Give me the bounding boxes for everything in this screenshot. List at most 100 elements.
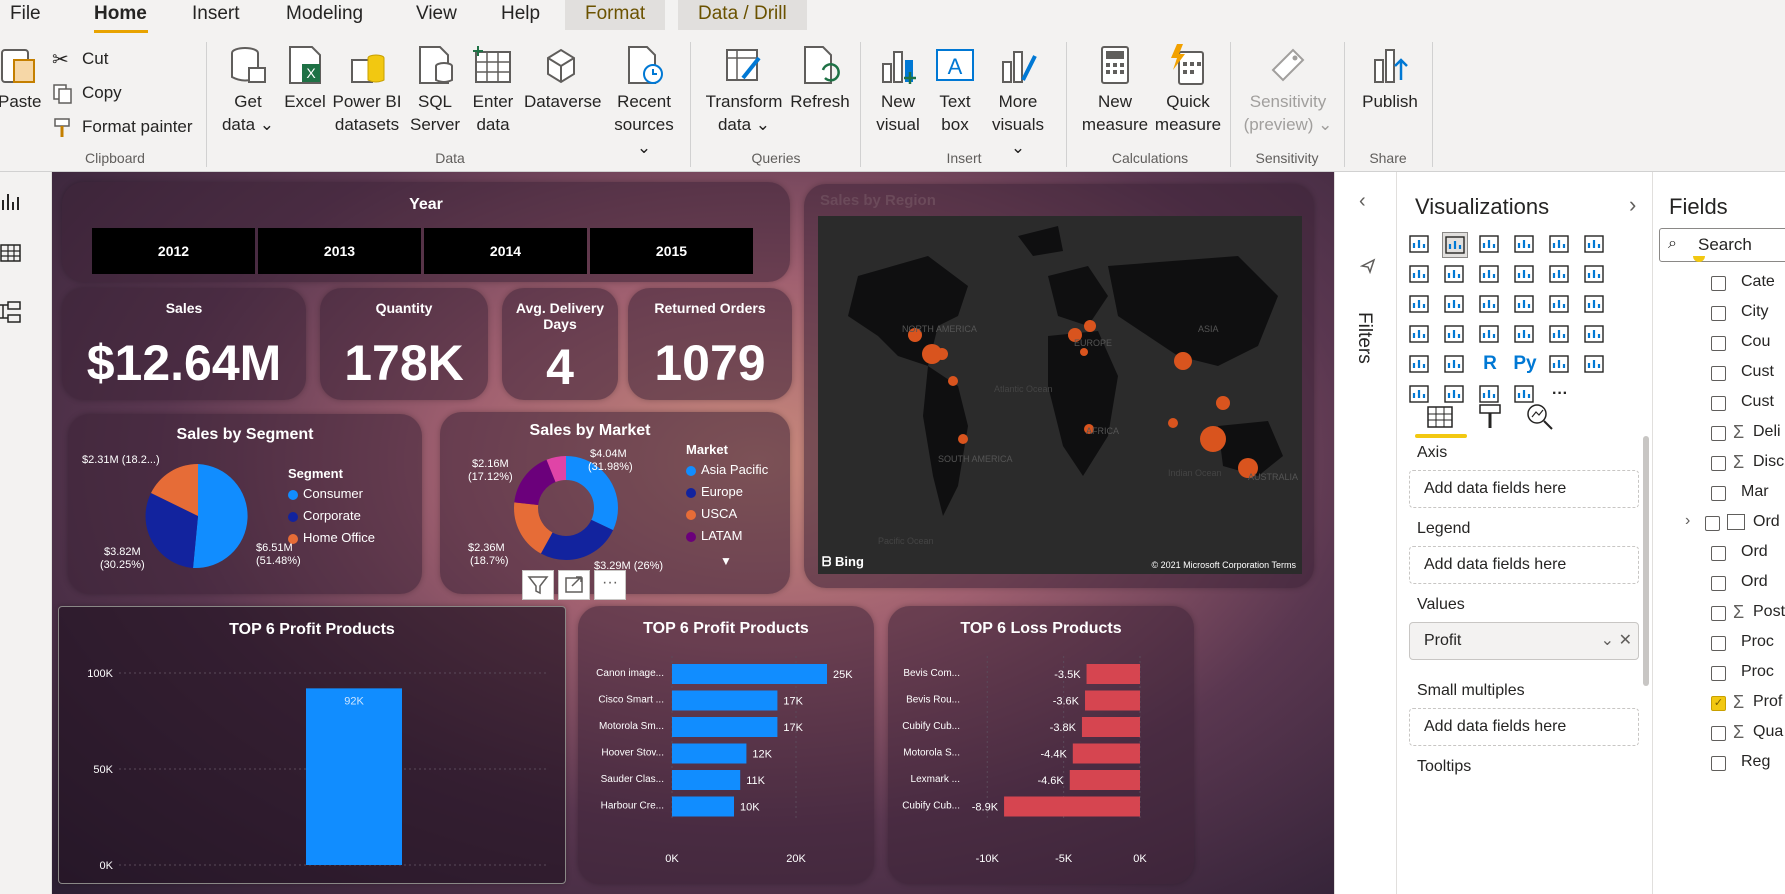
focus-mode-icon[interactable]: [558, 570, 590, 600]
bar[interactable]: [672, 796, 734, 817]
filter-icon[interactable]: [522, 570, 554, 600]
kpi-card-delivery-days[interactable]: Avg. Delivery Days 4: [502, 288, 618, 400]
menu-modeling[interactable]: Modeling: [286, 0, 363, 30]
fields-search-input[interactable]: ⌕ Search: [1659, 228, 1785, 262]
pie-icon[interactable]: [1477, 292, 1503, 318]
field-item[interactable]: Proc: [1653, 660, 1785, 690]
fields-tab-icon[interactable]: [1425, 404, 1455, 430]
new-measure-button[interactable]: New measure: [1080, 44, 1150, 136]
model-view-icon[interactable]: [0, 300, 22, 324]
field-item[interactable]: Ord: [1653, 570, 1785, 600]
field-item[interactable]: › Ord: [1653, 510, 1785, 540]
map-bubble[interactable]: [1084, 320, 1096, 332]
legend-item-usca[interactable]: USCA: [686, 506, 737, 521]
more-options-icon[interactable]: ···: [594, 570, 626, 600]
kpi-card-quantity[interactable]: Quantity 178K: [320, 288, 488, 400]
field-item[interactable]: Cust: [1653, 360, 1785, 390]
field-item[interactable]: Ord: [1653, 540, 1785, 570]
filled-map-icon[interactable]: [1407, 322, 1433, 348]
field-item[interactable]: Σ Post: [1653, 600, 1785, 630]
data-view-icon[interactable]: [0, 242, 22, 264]
get-data-button[interactable]: Get data ⌄: [220, 44, 276, 136]
funnel-icon[interactable]: [1407, 292, 1433, 318]
field-item[interactable]: Reg: [1653, 750, 1785, 780]
field-checkbox[interactable]: [1711, 756, 1726, 771]
field-checkbox[interactable]: [1705, 516, 1720, 531]
enter-data-button[interactable]: Enter data: [468, 44, 518, 136]
donut-icon[interactable]: [1512, 292, 1538, 318]
field-item[interactable]: Mar: [1653, 480, 1785, 510]
100-bar-icon[interactable]: [1547, 232, 1573, 258]
bar[interactable]: [1004, 796, 1140, 817]
paste-button[interactable]: Paste: [0, 44, 41, 113]
format-painter-button[interactable]: Format painter: [52, 112, 193, 142]
field-checkbox[interactable]: [1711, 606, 1726, 621]
field-checkbox[interactable]: [1711, 366, 1726, 381]
menu-format[interactable]: Format: [565, 0, 666, 30]
legend-scroll-down-icon[interactable]: ▼: [720, 554, 732, 568]
field-item[interactable]: Σ Disc: [1653, 450, 1785, 480]
bar[interactable]: [672, 664, 827, 684]
bar[interactable]: [672, 743, 747, 764]
menu-file[interactable]: File: [10, 0, 41, 30]
kpi-card-sales[interactable]: Sales $12.64M: [62, 288, 306, 400]
filters-pane[interactable]: ‹ Filters: [1334, 172, 1396, 894]
map-bubble[interactable]: [936, 348, 948, 360]
legend-item-asia-pacific[interactable]: Asia Pacific: [686, 462, 768, 477]
field-item[interactable]: Σ Deli: [1653, 420, 1785, 450]
close-icon[interactable]: ✕: [1619, 623, 1632, 659]
slicer-icon[interactable]: [1582, 322, 1608, 348]
legend-drop-zone[interactable]: Add data fields here: [1409, 546, 1639, 584]
map-bubble[interactable]: [1216, 396, 1230, 410]
map-area[interactable]: NORTH AMERICA EUROPE ASIA AFRICA SOUTH A…: [818, 216, 1302, 574]
field-checkbox[interactable]: [1711, 276, 1726, 291]
field-checkbox[interactable]: [1711, 336, 1726, 351]
top6-profit-column-chart[interactable]: TOP 6 Profit Products 0K 50K 100K 92K: [58, 606, 566, 884]
field-item[interactable]: Σ Qua: [1653, 720, 1785, 750]
bar[interactable]: [1069, 770, 1140, 790]
legend-item-consumer[interactable]: Consumer: [288, 486, 363, 501]
menu-home[interactable]: Home: [94, 0, 147, 30]
text-box-button[interactable]: A Text box: [930, 44, 980, 136]
bar[interactable]: [672, 717, 778, 737]
power-bi-datasets-button[interactable]: Power BI datasets: [332, 44, 402, 136]
top6-profit-bar-chart[interactable]: TOP 6 Profit Products 0K 20K Canon image..…: [578, 606, 874, 884]
expand-chevron-icon[interactable]: ›: [1629, 192, 1636, 218]
bar[interactable]: [1086, 664, 1140, 684]
field-checkbox[interactable]: [1711, 306, 1726, 321]
copy-button[interactable]: Copy: [52, 78, 122, 108]
card-icon[interactable]: [1477, 322, 1503, 348]
field-item[interactable]: Cou: [1653, 330, 1785, 360]
menu-help[interactable]: Help: [501, 0, 540, 30]
sql-server-button[interactable]: SQL Server: [410, 44, 460, 136]
year-button-2014[interactable]: 2014: [424, 228, 587, 274]
top6-loss-bar-chart[interactable]: TOP 6 Loss Products -10K -5K 0K Bevis Com..…: [888, 606, 1194, 884]
legend-item-europe[interactable]: Europe: [686, 484, 743, 499]
map-bubble[interactable]: [1174, 352, 1192, 370]
stacked-bar-icon[interactable]: [1407, 232, 1433, 258]
clustered-column-icon[interactable]: [1512, 232, 1538, 258]
line-icon[interactable]: [1407, 262, 1433, 288]
report-view-icon[interactable]: [0, 190, 22, 212]
field-checkbox[interactable]: [1711, 636, 1726, 651]
pie-slice-consumer[interactable]: [193, 464, 248, 569]
map-bubble[interactable]: [1080, 348, 1088, 356]
field-item[interactable]: Proc: [1653, 630, 1785, 660]
field-checkbox[interactable]: [1711, 486, 1726, 501]
r-visual-icon[interactable]: R: [1477, 352, 1503, 378]
field-checkbox[interactable]: [1711, 396, 1726, 411]
field-item[interactable]: City: [1653, 300, 1785, 330]
year-button-2012[interactable]: 2012: [92, 228, 255, 274]
ribbon-icon[interactable]: [1547, 262, 1573, 288]
segment-pie[interactable]: [142, 460, 254, 572]
format-paint-roller-icon[interactable]: [1477, 402, 1503, 430]
kpi-icon[interactable]: [1547, 322, 1573, 348]
recent-sources-button[interactable]: Recent sources ⌄: [606, 44, 682, 159]
field-item[interactable]: Cust: [1653, 390, 1785, 420]
key-influencers-icon[interactable]: [1547, 352, 1573, 378]
map-bubble[interactable]: [1200, 426, 1226, 452]
map-bubble[interactable]: [1168, 418, 1178, 428]
scatter-icon[interactable]: [1442, 292, 1468, 318]
menu-insert[interactable]: Insert: [192, 0, 240, 30]
dataverse-button[interactable]: Dataverse: [524, 44, 601, 113]
